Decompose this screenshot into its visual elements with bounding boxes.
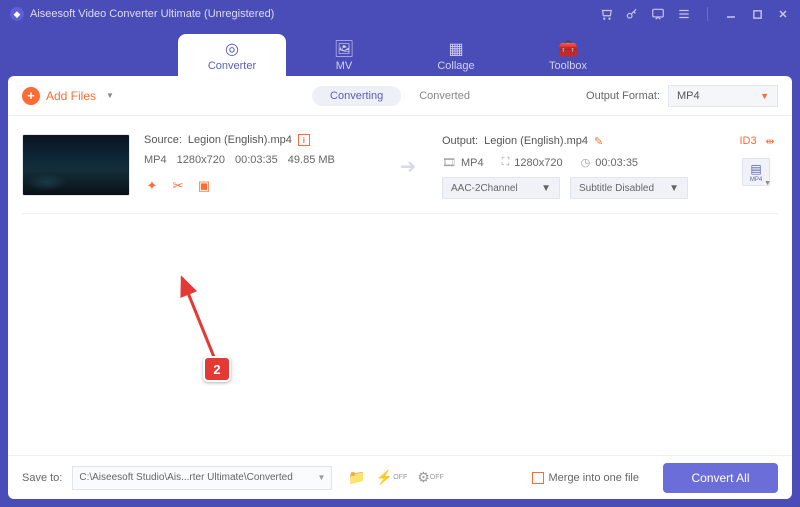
source-format: MP4 [144, 154, 167, 166]
subtitle-value: Subtitle Disabled [579, 183, 654, 194]
subtitle-select[interactable]: Subtitle Disabled ▼ [570, 177, 688, 199]
gpu-accel-icon[interactable]: ⚡OFF [376, 469, 407, 486]
collage-icon: ▦ [448, 39, 463, 59]
audio-track-select[interactable]: AAC-2Channel ▼ [442, 177, 560, 199]
source-size: 49.85 MB [288, 154, 335, 166]
tab-label: Converter [208, 60, 256, 72]
chevron-down-icon: ▼ [760, 91, 769, 101]
window-title: Aiseesoft Video Converter Ultimate (Unre… [30, 8, 274, 20]
output-info: Output: Legion (English).mp4 ✎ ID3 ⇹ 🎞 MP… [442, 134, 778, 199]
output-format-value: MP4 [677, 90, 700, 102]
file-list: Source: Legion (English).mp4 i MP4 1280x… [8, 116, 792, 455]
content-panel: + Add Files ▼ Converting Converted Outpu… [8, 76, 792, 499]
film-icon: 🎞 [442, 156, 456, 169]
arrow-icon: ➜ [388, 134, 428, 199]
merge-checkbox[interactable]: Merge into one file [532, 472, 640, 484]
expand-icon: ⛶ [502, 156, 510, 169]
open-folder-icon[interactable]: 📁 [348, 469, 365, 486]
high-speed-icon[interactable]: ⚙OFF [417, 469, 444, 486]
edit-star-icon[interactable]: ✦ [144, 178, 160, 194]
source-filename: Legion (English).mp4 [188, 134, 292, 146]
clock-icon: ◷ [581, 156, 591, 169]
plus-icon: + [22, 87, 40, 105]
add-files-button[interactable]: + Add Files ▼ [22, 87, 114, 105]
cut-icon[interactable]: ✂ [170, 178, 186, 194]
chevron-down-icon: ▼ [764, 180, 771, 187]
source-resolution: 1280x720 [177, 154, 225, 166]
minimize-icon[interactable] [724, 7, 738, 21]
video-thumbnail[interactable] [22, 134, 130, 196]
output-resolution: 1280x720 [514, 157, 562, 169]
close-icon[interactable] [776, 7, 790, 21]
tab-label: Collage [437, 60, 474, 72]
chevron-down-icon: ▼ [541, 183, 551, 194]
merge-label: Merge into one file [549, 472, 640, 484]
status-tabs: Converting Converted [312, 86, 488, 106]
output-duration: 00:03:35 [595, 157, 638, 169]
output-format-label: Output Format: [586, 90, 660, 102]
enhance-icon[interactable]: ▣ [196, 178, 212, 194]
save-path-value: C:\Aiseesoft Studio\Ais...rter Ultimate\… [79, 472, 292, 483]
app-logo-icon: ◆ [10, 7, 24, 21]
feedback-icon[interactable] [651, 7, 665, 21]
source-info: Source: Legion (English).mp4 i MP4 1280x… [144, 134, 374, 199]
output-selects: AAC-2Channel ▼ Subtitle Disabled ▼ [442, 177, 778, 199]
info-icon[interactable]: i [298, 134, 310, 146]
tab-label: Toolbox [549, 60, 587, 72]
output-format: MP4 [461, 157, 484, 169]
source-duration: 00:03:35 [235, 154, 278, 166]
output-format: Output Format: MP4 ▼ [586, 85, 778, 107]
cart-icon[interactable] [599, 7, 613, 21]
bottom-bar: Save to: C:\Aiseesoft Studio\Ais...rter … [8, 455, 792, 499]
edit-actions: ✦ ✂ ▣ [144, 178, 374, 194]
titlebar-actions [599, 7, 790, 21]
tab-label: MV [336, 60, 353, 72]
source-meta: MP4 1280x720 00:03:35 49.85 MB [144, 154, 374, 166]
tab-converted[interactable]: Converted [401, 86, 488, 106]
main-tabs: ◎ Converter 🖼 MV ▦ Collage 🧰 Toolbox [0, 28, 800, 76]
compress-icon[interactable]: ⇹ [762, 134, 778, 148]
checkbox-icon [532, 472, 544, 484]
saveto-label: Save to: [22, 472, 62, 484]
output-label: Output: [442, 135, 478, 147]
converter-icon: ◎ [225, 39, 239, 59]
title-bar: ◆ Aiseesoft Video Converter Ultimate (Un… [0, 0, 800, 28]
convert-all-button[interactable]: Convert All [663, 463, 778, 493]
tab-toolbox[interactable]: 🧰 Toolbox [514, 34, 622, 76]
menu-icon[interactable] [677, 7, 691, 21]
source-label: Source: [144, 134, 182, 146]
audio-value: AAC-2Channel [451, 183, 518, 194]
rename-icon[interactable]: ✎ [594, 135, 603, 148]
chevron-down-icon: ▼ [106, 91, 114, 100]
maximize-icon[interactable] [750, 7, 764, 21]
profile-icon: ▤ [750, 162, 761, 176]
add-files-label: Add Files [46, 89, 96, 103]
output-filename: Legion (English).mp4 [484, 135, 588, 147]
mv-icon: 🖼 [334, 39, 354, 59]
toolbox-icon: 🧰 [558, 39, 578, 59]
tab-collage[interactable]: ▦ Collage [402, 34, 510, 76]
tab-converter[interactable]: ◎ Converter [178, 34, 286, 76]
save-path-input[interactable]: C:\Aiseesoft Studio\Ais...rter Ultimate\… [72, 466, 332, 490]
toolbar: + Add Files ▼ Converting Converted Outpu… [8, 76, 792, 116]
file-item: Source: Legion (English).mp4 i MP4 1280x… [22, 128, 778, 214]
chevron-down-icon: ▼ [669, 183, 679, 194]
output-meta: 🎞 MP4 ⛶ 1280x720 ◷ 00:03:35 [442, 156, 778, 169]
key-icon[interactable] [625, 7, 639, 21]
metadata-icon[interactable]: ID3 [740, 134, 756, 148]
tab-mv[interactable]: 🖼 MV [290, 34, 398, 76]
output-profile-button[interactable]: ▤ MP4 ▼ [742, 158, 770, 186]
tab-converting[interactable]: Converting [312, 86, 401, 106]
output-format-select[interactable]: MP4 ▼ [668, 85, 778, 107]
chevron-down-icon: ▼ [317, 473, 325, 482]
